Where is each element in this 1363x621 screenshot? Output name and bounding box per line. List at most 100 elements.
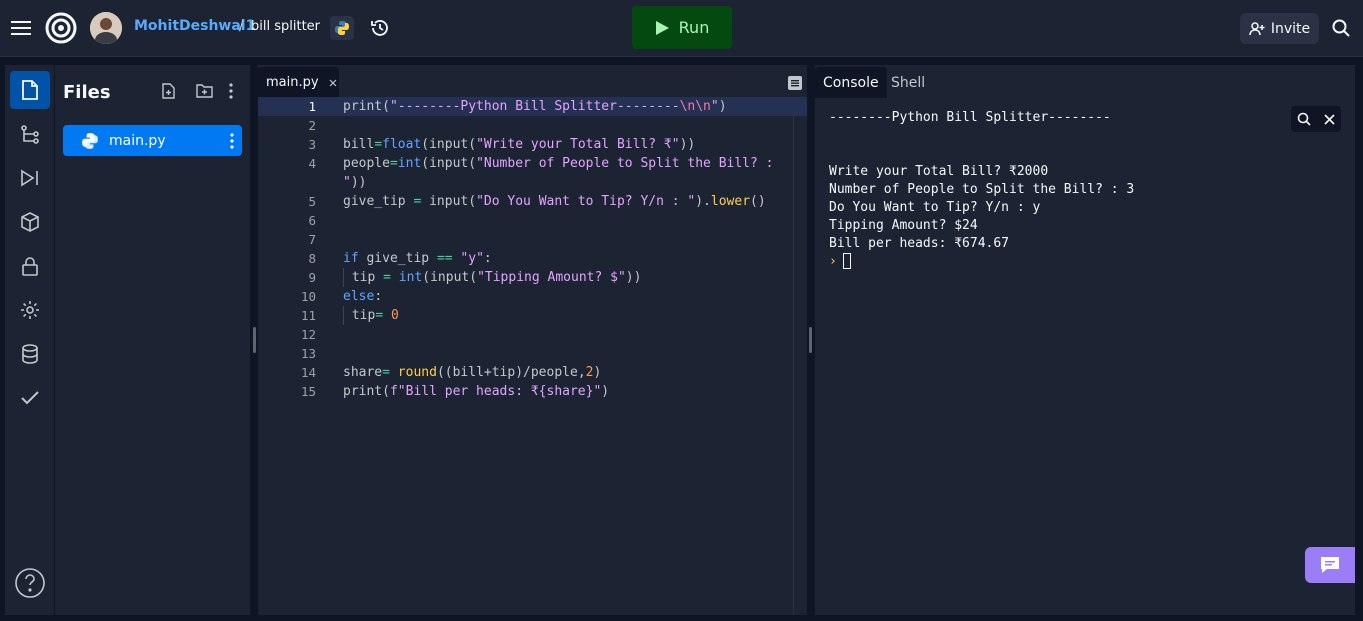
code-token: "Number of People to Split the Bill? :	[476, 156, 774, 171]
file-more-icon[interactable]	[230, 132, 234, 149]
code-line: 4 people=int(input("Number of People to …	[258, 154, 807, 173]
line-number: 6	[308, 213, 316, 228]
text-cursor	[842, 253, 851, 269]
tab-shell[interactable]: Shell	[883, 67, 933, 98]
line-number: 13	[300, 346, 316, 361]
tab-main-py[interactable]: main.py	[258, 67, 339, 98]
git-icon[interactable]	[10, 115, 50, 153]
code-token: =	[382, 365, 390, 380]
prompt-symbol: ›	[829, 253, 837, 269]
packages-icon[interactable]	[10, 203, 50, 241]
code-token: print	[343, 384, 383, 399]
code-token: "	[710, 99, 719, 114]
files-title: Files	[63, 82, 111, 103]
python-language-icon[interactable]	[330, 16, 354, 40]
history-icon[interactable]	[368, 16, 392, 40]
search-icon[interactable]	[1329, 16, 1353, 40]
line-number: 9	[308, 270, 316, 285]
new-file-icon[interactable]	[161, 83, 179, 101]
code-token: bill	[343, 137, 375, 152]
code-line: 8 if give_tip == "y":	[258, 249, 807, 268]
search-icon[interactable]	[1297, 112, 1311, 126]
console-tools	[1291, 106, 1341, 132]
code-token: "Tipping Amount? $"	[477, 270, 626, 285]
code-line: 7	[258, 230, 807, 249]
code-token: =	[383, 270, 391, 285]
top-bar: MohitDeshwal1 / bill splitter Run Invite	[0, 0, 1363, 57]
code-token: give_tip	[343, 194, 414, 209]
line-number: 15	[300, 384, 316, 399]
avatar[interactable]	[90, 12, 122, 44]
code-token: )	[601, 384, 610, 399]
file-item-main-py[interactable]: main.py	[63, 125, 242, 156]
checkmark-icon[interactable]	[10, 379, 50, 417]
tab-shell-label: Shell	[891, 74, 926, 91]
menu-icon[interactable]	[8, 15, 34, 41]
database-icon[interactable]	[10, 335, 50, 373]
code-token: ((bill+tip)/people,	[436, 365, 586, 380]
code-token: share	[343, 365, 383, 380]
lock-icon[interactable]	[10, 247, 50, 285]
files-more-icon[interactable]	[229, 83, 237, 101]
code-line: 6	[258, 211, 807, 230]
debugger-icon[interactable]	[10, 159, 50, 197]
close-icon[interactable]	[1324, 113, 1335, 125]
code-token: )	[593, 365, 602, 380]
run-button[interactable]: Run	[632, 6, 732, 49]
username-link[interactable]: MohitDeshwal1	[134, 18, 255, 34]
code-line: 5 give_tip = input("Do You Want to Tip? …	[258, 192, 807, 211]
tool-sidebar	[5, 65, 54, 615]
code-line: 11 tip= 0	[258, 306, 807, 325]
code-token: lower	[710, 194, 751, 209]
tab-console-label: Console	[823, 74, 879, 91]
help-icon[interactable]	[10, 564, 50, 602]
files-panel: Files main.py	[55, 65, 250, 615]
console-panel: Console Shell --------Python Bill Splitt…	[815, 65, 1355, 615]
code-token: (input(	[422, 270, 478, 285]
code-token: "Write your Total Bill? ₹"	[476, 137, 680, 152]
new-folder-icon[interactable]	[196, 83, 214, 101]
files-tool-icon[interactable]	[10, 71, 50, 109]
line-number: 4	[308, 156, 316, 171]
code-area[interactable]: 1 print("--------Python Bill Splitter---…	[258, 97, 807, 401]
code-token: \n\n	[679, 99, 711, 114]
code-token: input(	[421, 194, 477, 209]
chat-icon	[1321, 557, 1339, 573]
close-tab-icon[interactable]	[329, 79, 337, 87]
line-number: 11	[300, 308, 316, 323]
editor-options-icon[interactable]	[788, 75, 802, 90]
code-token: (	[382, 384, 390, 399]
code-token: else	[343, 289, 375, 304]
file-name: main.py	[109, 132, 166, 149]
console-output[interactable]: --------Python Bill Splitter-------- Wri…	[829, 109, 1134, 253]
code-line: 14 share= round((bill+tip)/people,2)	[258, 363, 807, 382]
console-prompt[interactable]: ›	[829, 253, 851, 269]
code-editor[interactable]: main.py 1 print("--------Python Bill Spl…	[258, 65, 807, 615]
code-token: (input(	[421, 156, 477, 171]
tab-label: main.py	[266, 75, 319, 90]
panel-resize-handle[interactable]	[809, 327, 812, 353]
code-line: 13	[258, 344, 807, 363]
python-file-icon	[82, 132, 98, 149]
code-line: 15 print(f"Bill per heads: ₹{share}")	[258, 382, 807, 401]
replit-logo-icon[interactable]	[44, 11, 78, 45]
play-icon	[655, 20, 669, 35]
run-button-label: Run	[678, 18, 710, 37]
panel-resize-handle[interactable]	[253, 327, 256, 353]
add-user-icon	[1249, 21, 1265, 35]
line-number: 1	[308, 99, 316, 114]
code-token: "Do You Want to Tip? Y/n : "	[476, 194, 696, 209]
code-token: "y"	[460, 251, 484, 266]
invite-button[interactable]: Invite	[1240, 13, 1319, 44]
code-token: 0	[390, 308, 399, 323]
code-token: int	[398, 270, 423, 285]
settings-gear-icon[interactable]	[10, 291, 50, 329]
line-number: 3	[308, 137, 316, 152]
code-token: ()	[750, 194, 766, 209]
chat-feedback-button[interactable]	[1305, 547, 1355, 583]
code-line: 1 print("--------Python Bill Splitter---…	[258, 97, 807, 116]
tab-console[interactable]: Console	[815, 67, 887, 98]
repl-name[interactable]: bill splitter	[251, 19, 320, 34]
